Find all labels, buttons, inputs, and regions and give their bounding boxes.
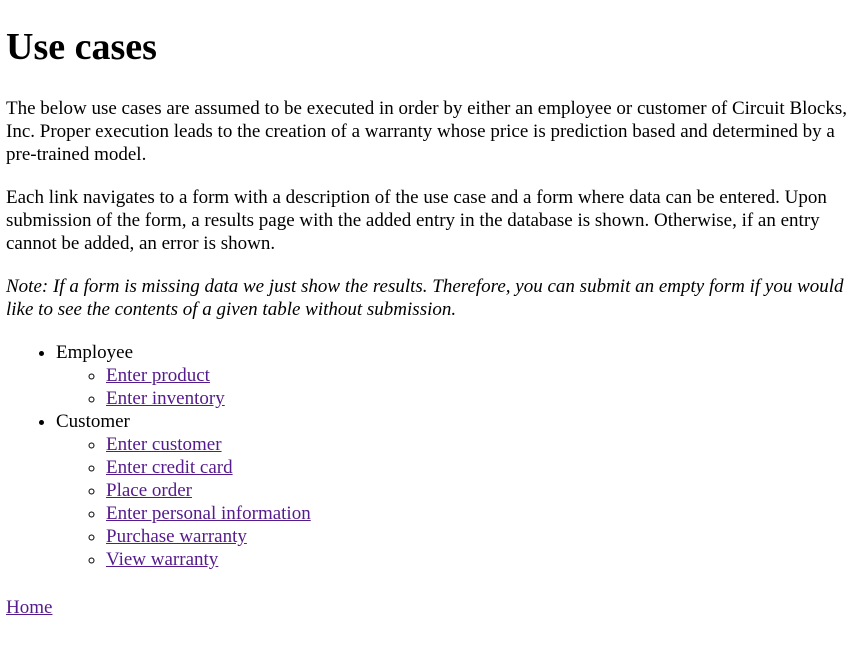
group-label-employee: Employee [56, 342, 134, 363]
list-item: Purchase warranty [106, 525, 859, 548]
group-employee: Employee Enter product Enter inventory [56, 341, 859, 410]
list-item: Enter customer [106, 433, 859, 456]
footer: Home [6, 596, 859, 619]
list-item: Enter inventory [106, 387, 859, 410]
enter-credit-card-link[interactable]: Enter credit card [106, 457, 233, 478]
view-warranty-link[interactable]: View warranty [106, 549, 218, 570]
use-case-list: Employee Enter product Enter inventory C… [6, 341, 859, 571]
customer-links: Enter customer Enter credit card Place o… [56, 433, 859, 571]
group-label-customer: Customer [56, 411, 130, 432]
enter-customer-link[interactable]: Enter customer [106, 434, 222, 455]
list-item: Enter credit card [106, 456, 859, 479]
group-customer: Customer Enter customer Enter credit car… [56, 410, 859, 571]
purchase-warranty-link[interactable]: Purchase warranty [106, 526, 247, 547]
enter-personal-information-link[interactable]: Enter personal information [106, 503, 311, 524]
list-item: Enter product [106, 364, 859, 387]
description-paragraph: Each link navigates to a form with a des… [6, 187, 827, 254]
enter-inventory-link[interactable]: Enter inventory [106, 388, 225, 409]
enter-product-link[interactable]: Enter product [106, 365, 210, 386]
place-order-link[interactable]: Place order [106, 480, 192, 501]
employee-links: Enter product Enter inventory [56, 364, 859, 410]
intro-paragraph: The below use cases are assumed to be ex… [6, 98, 847, 165]
list-item: Enter personal information [106, 502, 859, 525]
page-title: Use cases [6, 26, 157, 68]
note-paragraph: Note: If a form is missing data we just … [6, 276, 844, 320]
list-item: View warranty [106, 548, 859, 571]
home-link[interactable]: Home [6, 597, 52, 618]
list-item: Place order [106, 479, 859, 502]
